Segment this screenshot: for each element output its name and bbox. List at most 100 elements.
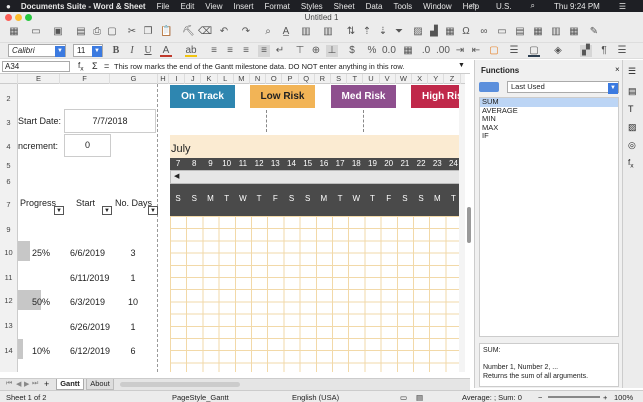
- task-start[interactable]: 6/12/2019: [70, 346, 110, 356]
- align-left-icon[interactable]: ≡: [208, 45, 220, 57]
- print-preview-icon[interactable]: ▢: [106, 26, 118, 38]
- autofilter-icon[interactable]: ⏷: [393, 26, 405, 38]
- navigator-icon[interactable]: ◎: [628, 140, 636, 151]
- font-name-box[interactable]: Calibri ▼: [8, 44, 66, 57]
- headers-footers-icon[interactable]: ▤: [514, 26, 526, 38]
- row-header-3[interactable]: 3: [0, 118, 17, 127]
- print-icon[interactable]: ⎙: [91, 26, 103, 38]
- gantt-grid[interactable]: [170, 216, 462, 372]
- column-header-w[interactable]: W: [396, 74, 412, 84]
- insert-chart-icon[interactable]: ▟: [428, 26, 440, 38]
- sort-descending-icon[interactable]: ⇣: [377, 26, 389, 38]
- no-days-filter-button[interactable]: ▼: [148, 206, 158, 215]
- function-item-average[interactable]: AVERAGE: [480, 106, 618, 116]
- border-style-icon[interactable]: ☰: [508, 45, 520, 57]
- column-header-m[interactable]: M: [234, 74, 250, 84]
- number-format-icon[interactable]: 0.0: [382, 45, 396, 57]
- progress-filter-button[interactable]: ▼: [54, 206, 64, 215]
- column-header-e[interactable]: E: [18, 74, 60, 84]
- zoom-window-button[interactable]: [25, 14, 32, 21]
- column-header-t[interactable]: T: [347, 74, 364, 84]
- delete-decimal-icon[interactable]: .00: [436, 45, 450, 57]
- next-sheet-icon[interactable]: ▶: [24, 380, 29, 388]
- pivot-table-icon[interactable]: ▦: [444, 26, 456, 38]
- row-header-4[interactable]: 4: [0, 142, 17, 151]
- percent-format-icon[interactable]: %: [366, 45, 378, 57]
- add-sheet-button[interactable]: +: [44, 379, 49, 389]
- background-color-icon[interactable]: ◈: [552, 45, 564, 57]
- open-file-icon[interactable]: ▭: [30, 26, 42, 38]
- prev-sheet-icon[interactable]: ◀: [16, 380, 21, 388]
- horizontal-scrollbar[interactable]: [120, 382, 240, 387]
- start-date-cell[interactable]: 7/7/2018: [64, 109, 156, 133]
- selection-mode-icon[interactable]: ▭: [400, 393, 407, 402]
- row-header-6[interactable]: 6: [0, 177, 17, 186]
- functions-sidebar-icon[interactable]: fx: [628, 158, 634, 170]
- spelling-icon[interactable]: A̲: [280, 26, 292, 38]
- italic-icon[interactable]: I: [126, 45, 138, 57]
- font-color-icon[interactable]: A: [160, 45, 172, 57]
- paragraph-icon[interactable]: ¶: [598, 45, 610, 57]
- redo-icon[interactable]: ↷: [240, 26, 252, 38]
- column-header-i[interactable]: I: [169, 74, 186, 84]
- menu-insert[interactable]: Insert: [234, 2, 254, 11]
- row-header-9[interactable]: 9: [0, 225, 17, 234]
- task-days[interactable]: 3: [126, 248, 140, 258]
- task-days[interactable]: 1: [126, 273, 140, 283]
- column-header-n[interactable]: N: [250, 74, 267, 84]
- task-start[interactable]: 6/11/2019: [70, 273, 109, 283]
- vertical-scrollbar[interactable]: [459, 84, 465, 372]
- align-bottom-icon[interactable]: ⊥: [326, 45, 338, 57]
- task-days[interactable]: 1: [126, 322, 140, 332]
- locale-indicator[interactable]: U.S.: [496, 2, 512, 11]
- search-icon[interactable]: ⌕: [531, 1, 535, 11]
- column-header-y[interactable]: Y: [428, 74, 445, 84]
- sidebar-splitter[interactable]: [467, 207, 471, 243]
- row-header-14[interactable]: 14: [0, 346, 17, 355]
- clone-formatting-icon[interactable]: ⛏: [182, 26, 195, 38]
- menu-format[interactable]: Format: [265, 2, 290, 11]
- formula-icon[interactable]: =: [104, 61, 109, 71]
- task-start[interactable]: 6/26/2019: [70, 322, 110, 332]
- chevron-down-icon[interactable]: ▼: [608, 83, 618, 94]
- add-decimal-icon[interactable]: .0: [420, 45, 432, 57]
- column-insert-icon[interactable]: ▥: [322, 26, 334, 38]
- task-days[interactable]: 10: [126, 297, 140, 307]
- tab-about[interactable]: About: [86, 379, 114, 390]
- wifi-icon[interactable]: ◠: [470, 2, 477, 11]
- row-header-2[interactable]: 2: [0, 94, 17, 103]
- row-header-10[interactable]: 10: [0, 248, 17, 257]
- align-center-icon[interactable]: ≡: [224, 45, 236, 57]
- zoom-level[interactable]: 100%: [614, 393, 633, 402]
- task-progress[interactable]: 50%: [32, 297, 50, 307]
- function-item-min[interactable]: MIN: [480, 114, 618, 124]
- row-header-13[interactable]: 13: [0, 321, 17, 330]
- expand-formula-icon[interactable]: ▼: [458, 62, 465, 69]
- menu-tools[interactable]: Tools: [393, 2, 412, 11]
- sort-ascending-icon[interactable]: ⇡: [361, 26, 373, 38]
- zoom-in-icon[interactable]: +: [603, 393, 607, 402]
- column-header-s[interactable]: S: [331, 74, 348, 84]
- zoom-out-icon[interactable]: −: [538, 393, 542, 402]
- column-header-q[interactable]: Q: [299, 74, 315, 84]
- clear-formatting-icon[interactable]: ⌫: [198, 26, 212, 38]
- undo-icon[interactable]: ↶: [218, 26, 230, 38]
- close-panel-icon[interactable]: ×: [615, 65, 620, 74]
- insert-function-button[interactable]: [479, 82, 499, 92]
- align-right-icon[interactable]: ≡: [240, 45, 252, 57]
- menu-file[interactable]: File: [157, 2, 170, 11]
- font-size-box[interactable]: 11 ▼: [73, 44, 103, 57]
- row-insert-icon[interactable]: ▥: [300, 26, 312, 38]
- category-select[interactable]: Last Used ▼: [507, 81, 619, 94]
- task-start[interactable]: 6/6/2019: [70, 248, 105, 258]
- column-header-u[interactable]: U: [363, 74, 380, 84]
- menu-styles[interactable]: Styles: [301, 2, 323, 11]
- column-header-k[interactable]: K: [201, 74, 218, 84]
- page-icon[interactable]: ▤: [628, 86, 637, 97]
- borders-icon[interactable]: ▢: [488, 45, 500, 57]
- border-color-icon[interactable]: ▢: [528, 45, 540, 57]
- highlight-color-icon[interactable]: ab: [185, 45, 197, 57]
- zoom-slider[interactable]: [548, 396, 600, 398]
- underline-icon[interactable]: U: [142, 45, 154, 57]
- function-item-max[interactable]: MAX: [480, 123, 618, 133]
